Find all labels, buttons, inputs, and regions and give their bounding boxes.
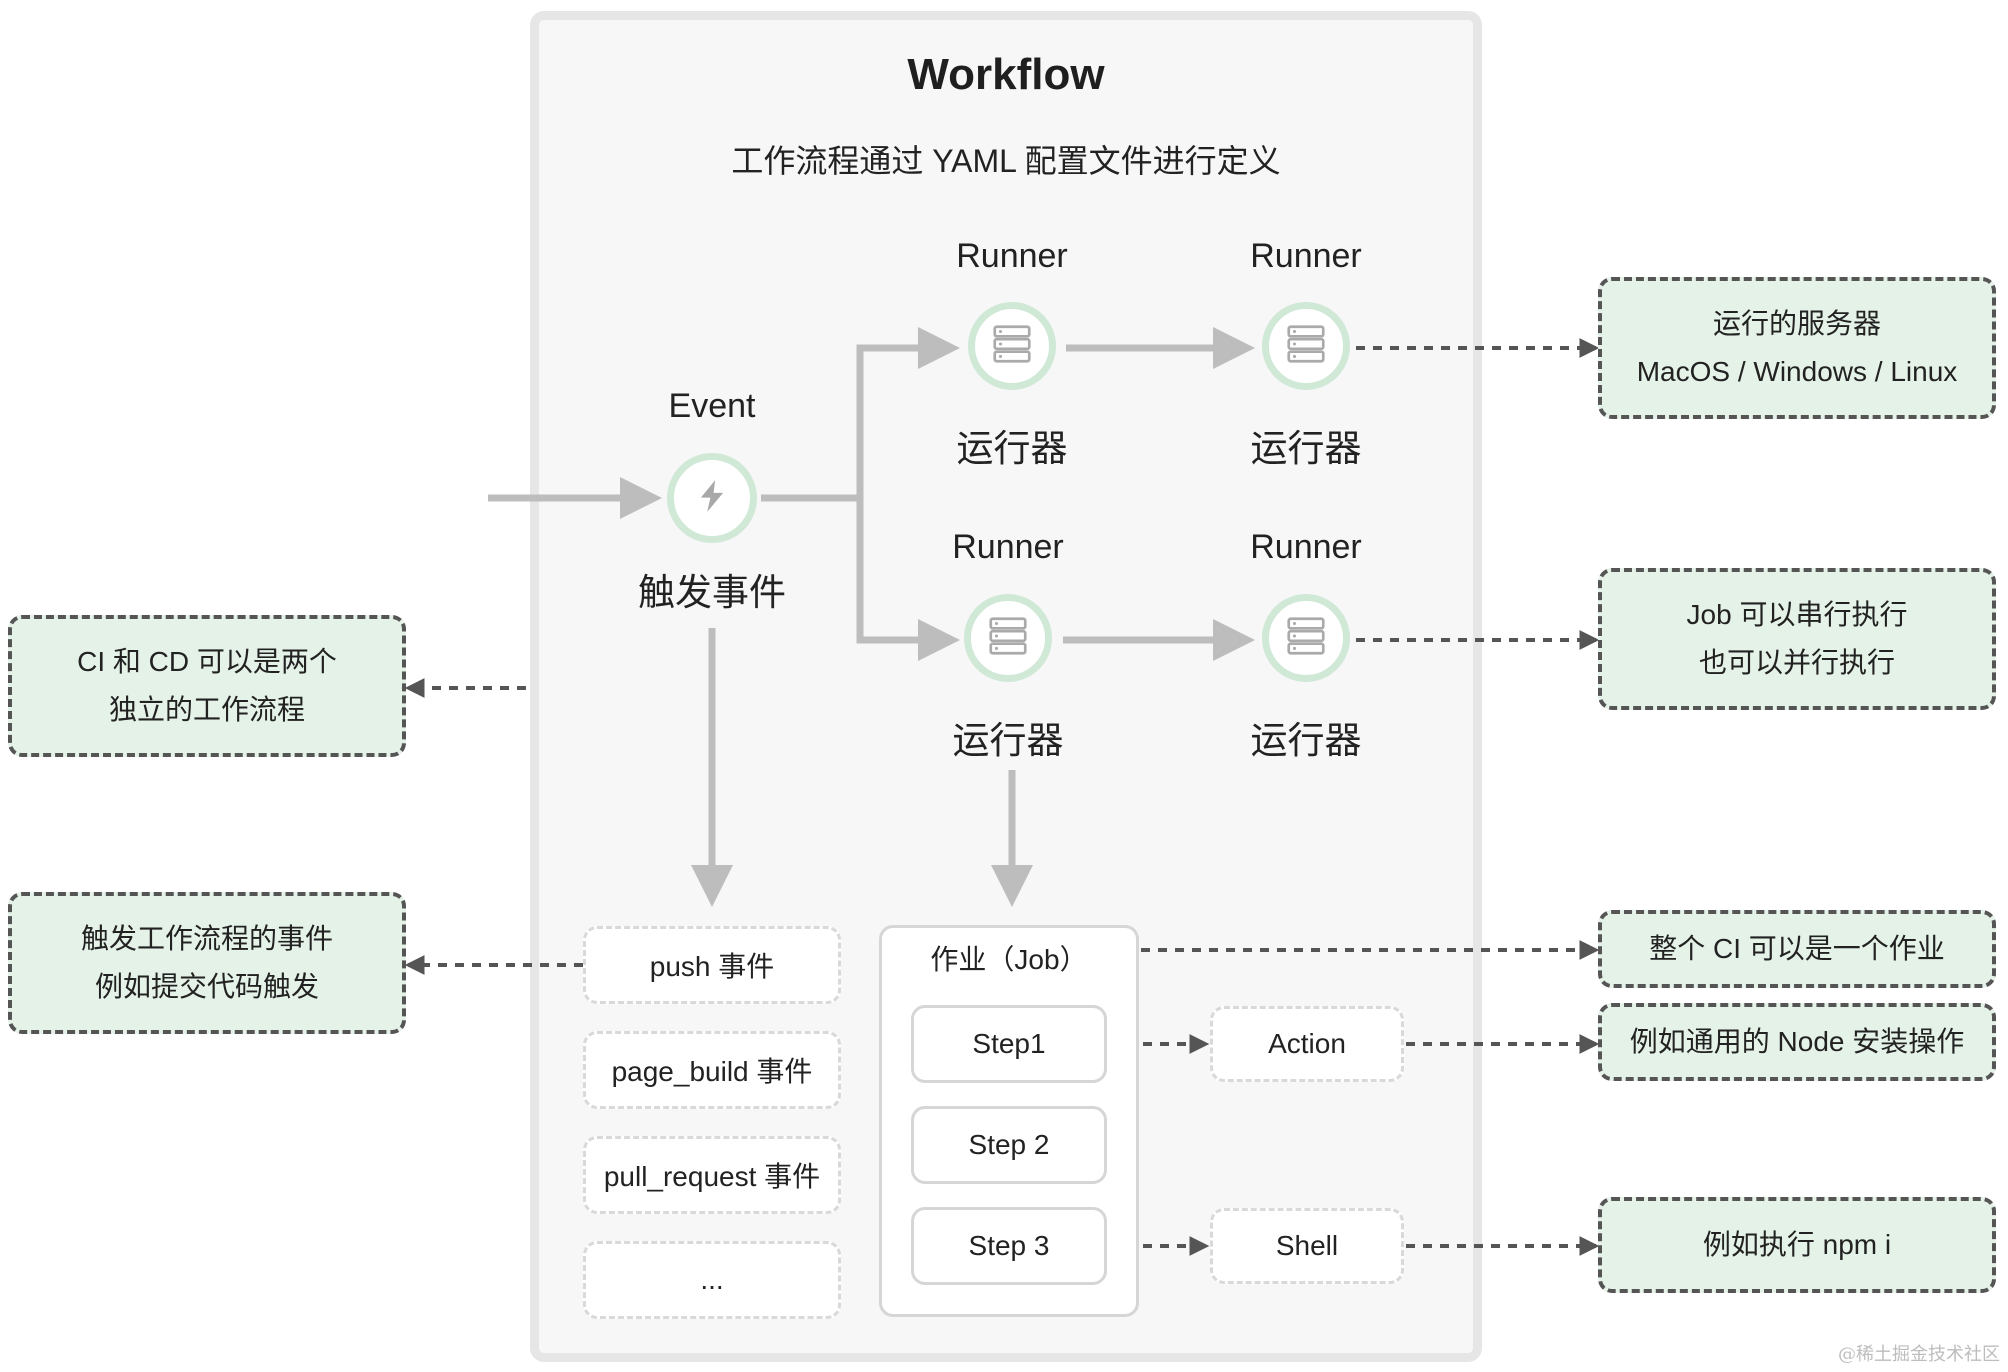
event-node <box>667 453 757 543</box>
runner-label: Runner <box>1250 528 1362 566</box>
runner-node <box>1262 302 1350 390</box>
server-icon <box>1283 321 1329 372</box>
shell-box: Shell <box>1210 1208 1404 1284</box>
step-box-2: Step 2 <box>911 1106 1107 1184</box>
runner-label: Runner <box>1250 237 1362 275</box>
note-whole-ci: 整个 CI 可以是一个作业 <box>1598 910 1996 988</box>
server-icon <box>985 613 1031 664</box>
note-line: 例如执行 npm i <box>1702 1229 1892 1260</box>
note-line: 例如通用的 Node 安装操作 <box>1629 1026 1965 1057</box>
note-runner-server: 运行的服务器 MacOS / Windows / Linux <box>1598 277 1996 419</box>
runner-caption: 运行器 <box>952 720 1064 761</box>
note-line: 也可以并行执行 <box>1698 647 1895 678</box>
runner-node <box>968 302 1056 390</box>
event-item-pull-request: pull_request 事件 <box>583 1136 841 1214</box>
runner-node <box>964 594 1052 682</box>
runner-caption: 运行器 <box>1250 720 1362 761</box>
event-caption: 触发事件 <box>638 572 786 613</box>
branch-arrow-bottom <box>856 498 960 661</box>
event-label: Event <box>668 387 756 425</box>
note-npm: 例如执行 npm i <box>1598 1197 1996 1293</box>
job-title: 作业（Job） <box>930 944 1088 975</box>
note-line: 整个 CI 可以是一个作业 <box>1649 933 1945 964</box>
watermark: @稀土掘金技术社区 <box>1838 1344 2000 1365</box>
note-line: 例如提交代码触发 <box>94 971 319 1002</box>
runner-label: Runner <box>956 237 1068 275</box>
event-item-push: push 事件 <box>583 926 841 1004</box>
event-item-page-build: page_build 事件 <box>583 1031 841 1109</box>
note-line: 触发工作流程的事件 <box>80 923 333 954</box>
note-job-serial: Job 可以串行执行 也可以并行执行 <box>1598 568 1996 710</box>
note-line: 运行的服务器 <box>1712 308 1881 339</box>
note-trigger: 触发工作流程的事件 例如提交代码触发 <box>8 892 406 1034</box>
action-box: Action <box>1210 1006 1404 1082</box>
server-icon <box>1283 613 1329 664</box>
runner-label: Runner <box>952 528 1064 566</box>
note-node-install: 例如通用的 Node 安装操作 <box>1598 1003 1996 1081</box>
event-item-more: ... <box>583 1241 841 1319</box>
note-ci-cd: CI 和 CD 可以是两个 独立的工作流程 <box>8 615 406 757</box>
lightning-icon <box>693 477 731 520</box>
runner-node <box>1262 594 1350 682</box>
note-line: MacOS / Windows / Linux <box>1636 356 1958 387</box>
server-icon <box>989 321 1035 372</box>
runner-caption: 运行器 <box>956 428 1068 469</box>
runner-caption: 运行器 <box>1250 428 1362 469</box>
note-line: Job 可以串行执行 <box>1686 599 1908 630</box>
note-line: 独立的工作流程 <box>108 694 305 725</box>
step-box-1: Step1 <box>911 1005 1107 1083</box>
step-box-3: Step 3 <box>911 1207 1107 1285</box>
note-line: CI 和 CD 可以是两个 <box>77 646 337 677</box>
